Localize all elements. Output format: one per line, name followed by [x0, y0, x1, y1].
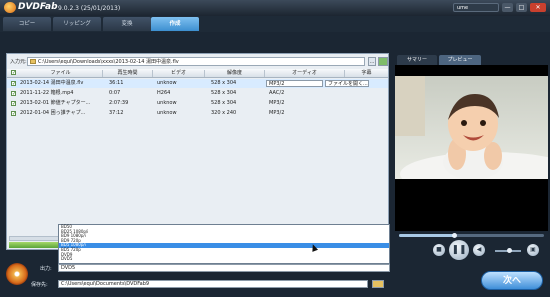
title-bar: DVDFab 9.0.2.3 (25/01/2013) ume — □ ✕ — [0, 0, 550, 16]
app-version: 9.0.2.3 (25/01/2013) — [58, 5, 121, 12]
header-subtitle[interactable]: 字幕 — [345, 70, 388, 77]
header-file[interactable]: ファイル — [19, 70, 103, 77]
app-brand: DVDFab — [18, 2, 58, 12]
tab-creator[interactable]: 作成 — [151, 17, 199, 31]
header-duration[interactable]: 再生時間 — [103, 70, 153, 77]
row-checkbox[interactable]: ✓ — [11, 101, 16, 107]
preview-frame-image — [395, 76, 548, 179]
select-all-checkbox[interactable]: ✓ — [11, 70, 16, 76]
tab-copy[interactable]: コピー — [3, 17, 51, 31]
duration: 36:11 — [109, 80, 124, 86]
tab-preview[interactable]: プレビュー — [439, 55, 481, 65]
header-audio[interactable]: オーディオ — [265, 70, 345, 77]
save-row: 保存先: C:\Users\equi\Documents\DVDFab9 — [31, 280, 401, 289]
fullscreen-button[interactable]: ▣ — [527, 244, 539, 256]
seek-bar[interactable] — [399, 233, 544, 238]
input-source-row: 入力元: C:\Users\equi\Downloads\xxxs\2013-0… — [7, 56, 388, 67]
output-row: 出力: DVD5 — [31, 264, 391, 273]
duration: 0:07 — [109, 90, 121, 96]
file-name: 2013-02-01 節値チャプター... — [20, 100, 91, 106]
audio-track: MP3/2 — [269, 100, 285, 106]
table-header: ✓ ファイル 再生時間 ビデオ 解像度 オーディオ 字幕 — [7, 69, 388, 78]
tab-converter[interactable]: 変換 — [103, 17, 151, 31]
folder-icon[interactable] — [372, 280, 384, 288]
table-row[interactable]: ✓ 2013-02-14 湯田中温泉.flv 36:11 unknow 528 … — [7, 79, 388, 88]
file-name: 2013-02-14 湯田中温泉.flv — [20, 80, 84, 86]
output-label: 出力: — [40, 266, 52, 272]
file-name: 2012-01-04 困っ誰チャプ... — [20, 110, 86, 116]
input-path-text: C:\Users\equi\Downloads\xxxs\2013-02-14 … — [38, 59, 179, 65]
mode-tabs: コピー リッピング 変換 作成 — [0, 16, 550, 32]
volume-slider[interactable] — [495, 248, 521, 253]
maximize-button[interactable]: □ — [516, 3, 527, 12]
tab-ripper[interactable]: リッピング — [53, 17, 101, 31]
input-label: 入力元: — [10, 59, 27, 65]
file-list-panel: 入力元: C:\Users\equi\Downloads\xxxs\2013-0… — [6, 53, 389, 250]
seek-fill — [399, 234, 455, 237]
header-video[interactable]: ビデオ — [153, 70, 205, 77]
video-codec: unknow — [157, 100, 177, 106]
header-resolution[interactable]: 解像度 — [205, 70, 265, 77]
minimize-button[interactable]: — — [502, 3, 513, 12]
duration: 2:07:39 — [109, 100, 129, 106]
dvdfab-logo-icon — [4, 2, 16, 13]
audio-track: AAC/2 — [269, 90, 285, 96]
stop-button[interactable]: ■ — [433, 244, 445, 256]
resolution: 320 x 240 — [211, 110, 237, 116]
duration: 37:12 — [109, 110, 124, 116]
save-path-field[interactable]: C:\Users\equi\Documents\DVDFab9 — [58, 280, 368, 288]
save-label: 保存先: — [31, 282, 48, 288]
output-profile-dropdown[interactable]: BD50 BD25 1080p/i BD9 1080p/i BD9 720p BD5 1… — [58, 224, 390, 264]
folder-icon — [30, 59, 36, 64]
input-path-field[interactable]: C:\Users\equi\Downloads\xxxs\2013-02-14 … — [27, 57, 365, 66]
volume-handle[interactable] — [507, 248, 513, 253]
output-select[interactable]: DVD5 — [58, 264, 390, 272]
player-controls: ■ ❚❚ ◀ ▣ — [395, 240, 548, 262]
user-box[interactable]: ume — [453, 3, 499, 12]
audio-select[interactable]: MP3/2 — [266, 80, 323, 87]
row-checkbox[interactable]: ✓ — [11, 111, 16, 117]
table-row[interactable]: ✓ 2012-01-04 困っ誰チャプ... 37:12 unknow 320 … — [7, 109, 388, 118]
resolution: 528 x 304 — [211, 90, 237, 96]
audio-track: MP3/2 — [269, 110, 285, 116]
resolution: 528 x 304 — [211, 80, 237, 86]
seek-handle[interactable] — [452, 233, 458, 238]
subtitle-select[interactable]: ファイルを開く... — [325, 80, 369, 87]
video-codec: unknow — [157, 80, 177, 86]
video-preview — [395, 65, 548, 231]
table-row[interactable]: ✓ 2013-02-01 節値チャプター... 2:07:39 unknow 5… — [7, 99, 388, 108]
dropdown-option[interactable]: DVD5 — [59, 257, 389, 262]
browse-button[interactable]: ... — [368, 57, 376, 66]
table-row[interactable]: ✓ 2011-11-22 箱根.mp4 0:07 H264 528 x 304 … — [7, 89, 388, 98]
speaker-icon[interactable]: ◀ — [473, 244, 485, 256]
disc-icon — [6, 263, 28, 285]
window-controls: ume — □ ✕ — [453, 3, 546, 12]
next-button[interactable]: 次へ — [481, 271, 543, 290]
pause-button[interactable]: ❚❚ — [449, 240, 469, 260]
row-checkbox[interactable]: ✓ — [11, 81, 16, 87]
close-button[interactable]: ✕ — [530, 3, 546, 12]
add-source-icon[interactable] — [378, 57, 388, 66]
file-name: 2011-11-22 箱根.mp4 — [20, 90, 74, 96]
tab-summary[interactable]: サマリー — [397, 55, 437, 65]
resolution: 528 x 304 — [211, 100, 237, 106]
row-checkbox[interactable]: ✓ — [11, 91, 16, 97]
video-codec: H264 — [157, 90, 171, 96]
video-codec: unknow — [157, 110, 177, 116]
preview-tabs: サマリー プレビュー — [395, 55, 548, 65]
